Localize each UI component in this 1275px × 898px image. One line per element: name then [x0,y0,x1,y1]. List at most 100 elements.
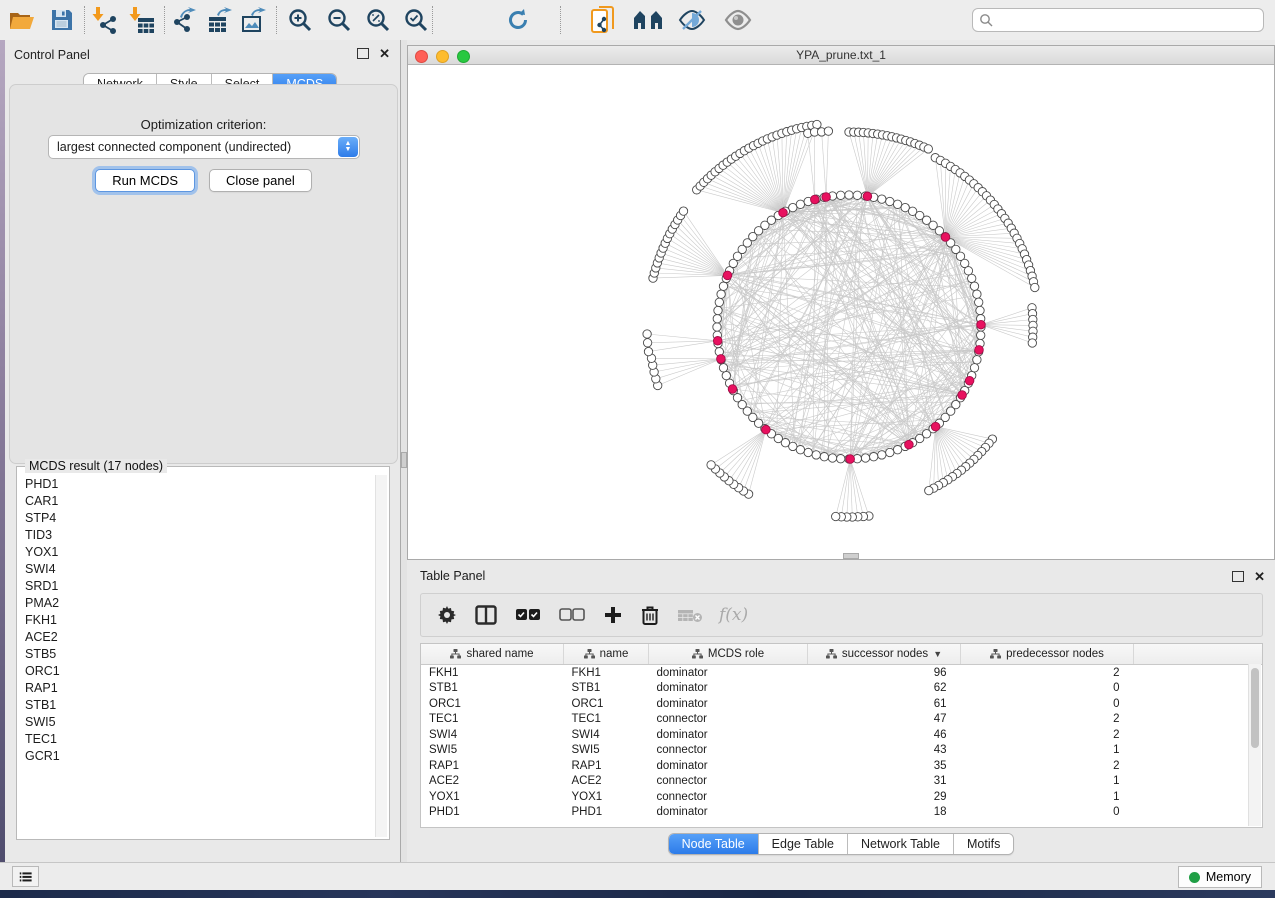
zoom-fit-icon[interactable] [362,4,394,36]
control-panel: Control Panel ✕ NetworkStyleSelectMCDS O… [5,40,401,862]
table-scrollbar[interactable] [1248,664,1261,826]
table-toolbar: f(x) [420,593,1263,637]
tab-node-table[interactable]: Node Table [669,834,759,854]
mcds-result-item[interactable]: CAR1 [19,492,375,509]
run-mcds-button[interactable]: Run MCDS [95,169,195,192]
network-canvas[interactable] [409,65,1273,558]
network-window-title: YPA_prune.txt_1 [796,48,886,62]
mcds-result-item[interactable]: SWI5 [19,713,375,730]
table-row[interactable]: ACE2ACE2connector311 [421,774,1263,790]
table-row[interactable]: TEC1TEC1connector472 [421,712,1263,728]
table-row[interactable]: SWI4SWI4dominator462 [421,727,1263,743]
mcds-result-item[interactable]: YOX1 [19,543,375,560]
split-column-icon[interactable] [473,603,499,627]
table-row[interactable]: STB1STB1dominator620 [421,681,1263,697]
float-panel-icon[interactable] [1232,571,1244,582]
node-table[interactable]: shared namenameMCDS rolesuccessor nodes▼… [420,643,1263,828]
delete-column-icon[interactable] [639,603,661,628]
table-scroll-thumb[interactable] [1251,668,1259,748]
search-input[interactable] [993,12,1257,28]
add-column-icon[interactable] [601,603,625,627]
mcds-tab-content: Optimization criterion: largest connecte… [9,84,398,464]
toolbar-separator [84,6,85,34]
table-row[interactable]: YOX1YOX1connector291 [421,789,1263,805]
mcds-result-item[interactable]: ACE2 [19,628,375,645]
table-row[interactable]: RAP1RAP1dominator352 [421,758,1263,774]
mcds-result-item[interactable]: SWI4 [19,560,375,577]
node-table-body: FKH1FKH1dominator962STB1STB1dominator620… [421,665,1263,821]
main-toolbar [0,0,1275,41]
mcds-result-item[interactable]: SRD1 [19,577,375,594]
column-header-predecessor-nodes[interactable]: predecessor nodes [961,644,1134,665]
network-window-titlebar[interactable]: YPA_prune.txt_1 [408,46,1274,65]
mcds-result-list[interactable]: PHD1CAR1STP4TID3YOX1SWI4SRD1PMA2FKH1ACE2… [19,475,375,837]
close-panel-icon[interactable]: ✕ [379,49,390,58]
workspace: YPA_prune.txt_1 Table Panel ✕ [407,40,1275,862]
mcds-result-item[interactable]: GCR1 [19,747,375,764]
mcds-result-group: MCDS result (17 nodes) PHD1CAR1STP4TID3Y… [16,466,390,840]
combo-stepper-icon: ▲▼ [338,137,358,157]
delete-table-icon[interactable] [675,605,705,625]
show-all-icon[interactable] [722,4,754,36]
column-header-shared-name[interactable]: shared name [421,644,564,665]
mcds-result-item[interactable]: STP4 [19,509,375,526]
save-icon[interactable] [46,4,78,36]
memory-button[interactable]: Memory [1178,866,1262,888]
mcds-result-item[interactable]: TEC1 [19,730,375,747]
minimize-window-icon[interactable] [436,50,449,63]
mcds-result-item[interactable]: TID3 [19,526,375,543]
task-history-icon[interactable] [12,866,39,887]
search-box[interactable] [972,8,1264,32]
status-bar: Memory [0,862,1275,891]
table-settings-icon[interactable] [435,603,459,627]
desktop-background-bottom [0,890,1275,898]
mcds-result-scrollbar[interactable] [375,475,387,837]
column-header-MCDS-role[interactable]: MCDS role [649,644,808,665]
first-neighbors-icon[interactable] [632,4,664,36]
tab-network-table[interactable]: Network Table [848,834,954,854]
hide-selected-icon[interactable] [676,4,708,36]
table-row[interactable]: PHD1PHD1dominator180 [421,805,1263,821]
memory-label: Memory [1206,870,1251,884]
mcds-result-item[interactable]: FKH1 [19,611,375,628]
close-window-icon[interactable] [415,50,428,63]
table-row[interactable]: ORC1ORC1dominator610 [421,696,1263,712]
table-row[interactable]: FKH1FKH1dominator962 [421,665,1263,681]
column-header-name[interactable]: name [564,644,649,665]
export-network-icon[interactable] [168,4,200,36]
node-table-grid: shared namenameMCDS rolesuccessor nodes▼… [421,644,1263,820]
table-panel-title: Table Panel [420,569,485,583]
toolbar-separator [560,6,561,34]
float-panel-icon[interactable] [357,48,369,59]
mcds-result-item[interactable]: STB5 [19,645,375,662]
column-header-successor-nodes[interactable]: successor nodes▼ [808,644,961,665]
tab-edge-table[interactable]: Edge Table [759,834,848,854]
optimization-criterion-select[interactable]: largest connected component (undirected)… [48,135,360,159]
deselect-all-columns-icon[interactable] [557,606,587,624]
mcds-result-item[interactable]: ORC1 [19,662,375,679]
close-panel-button[interactable]: Close panel [209,169,312,192]
export-table-icon[interactable] [204,4,236,36]
maximize-window-icon[interactable] [457,50,470,63]
function-builder-icon[interactable]: f(x) [719,605,748,625]
select-all-columns-icon[interactable] [513,606,543,624]
network-graph [409,65,1273,558]
horizontal-splitter-grip[interactable] [843,553,859,559]
table-row[interactable]: SWI5SWI5connector431 [421,743,1263,759]
close-panel-icon[interactable]: ✕ [1254,572,1265,581]
mcds-result-item[interactable]: RAP1 [19,679,375,696]
zoom-in-icon[interactable] [284,4,316,36]
import-network-icon[interactable] [89,4,121,36]
node-table-header: shared namenameMCDS rolesuccessor nodes▼… [421,644,1263,665]
open-file-icon[interactable] [6,4,38,36]
tab-motifs[interactable]: Motifs [954,834,1013,854]
zoom-out-icon[interactable] [323,4,355,36]
zoom-selected-icon[interactable] [400,4,432,36]
export-image-icon[interactable] [238,4,270,36]
import-table-icon[interactable] [126,4,158,36]
mcds-result-item[interactable]: PMA2 [19,594,375,611]
refresh-layout-icon[interactable] [502,4,534,36]
mcds-result-item[interactable]: PHD1 [19,475,375,492]
clone-network-icon[interactable] [588,4,620,36]
mcds-result-item[interactable]: STB1 [19,696,375,713]
